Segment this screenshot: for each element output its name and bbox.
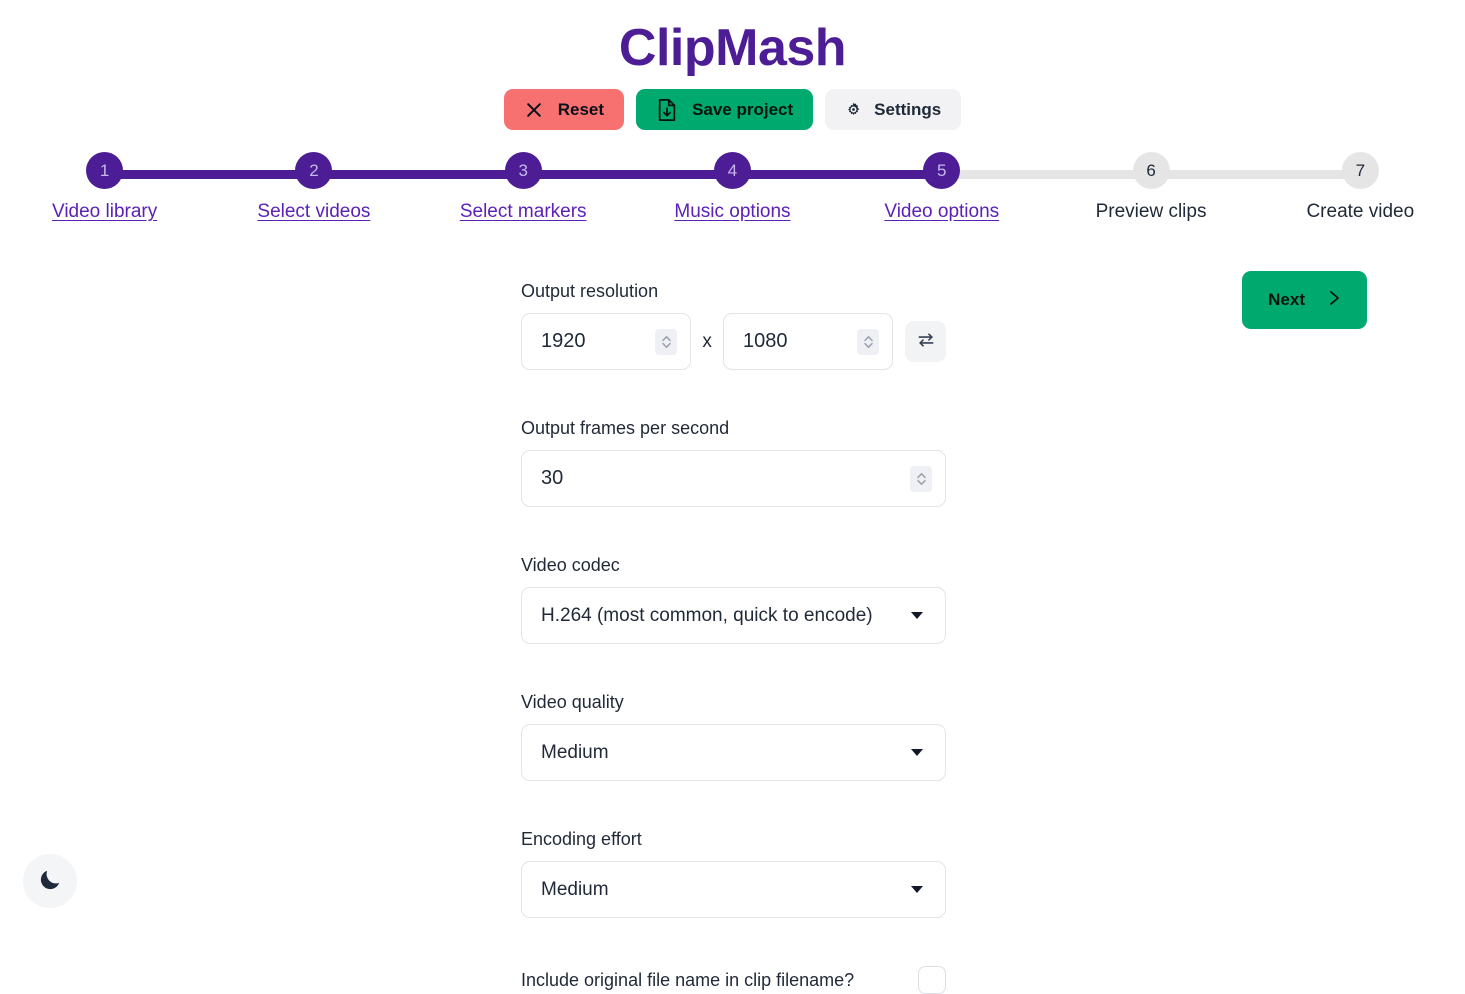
- file-download-icon: [656, 98, 678, 122]
- reset-label: Reset: [558, 100, 604, 120]
- output-resolution-field: Output resolution 1920 x 1080: [521, 281, 946, 370]
- swap-arrows-icon: [916, 330, 936, 353]
- include-filename-field: Include original file name in clip filen…: [521, 966, 946, 994]
- step-connector: [942, 170, 1151, 179]
- gear-icon: [845, 101, 862, 118]
- output-fps-input[interactable]: 30: [521, 450, 946, 507]
- step-connector: [523, 170, 732, 179]
- output-fps-field: Output frames per second 30: [521, 418, 946, 507]
- resolution-width-value: 1920: [522, 330, 655, 353]
- step-label: Video library: [52, 201, 157, 223]
- step-label: Music options: [674, 201, 790, 223]
- step-2[interactable]: 2 Select videos: [209, 152, 418, 223]
- chevron-down-icon: [911, 886, 923, 893]
- progress-stepper: 1 Video library 2 Select videos 3 Select mark…: [0, 152, 1465, 234]
- resolution-width-input[interactable]: 1920: [521, 313, 691, 370]
- step-connector: [732, 170, 941, 179]
- step-circle: 2: [295, 152, 332, 189]
- chevron-right-icon: [1327, 289, 1341, 312]
- save-project-label: Save project: [692, 100, 793, 120]
- step-circle: 1: [86, 152, 123, 189]
- step-connector: [314, 170, 523, 179]
- video-quality-select[interactable]: Medium: [521, 724, 946, 781]
- output-fps-stepper[interactable]: [910, 466, 932, 492]
- video-quality-label: Video quality: [521, 692, 946, 713]
- step-circle: 5: [923, 152, 960, 189]
- step-label: Preview clips: [1096, 201, 1207, 223]
- resolution-height-value: 1080: [724, 330, 857, 353]
- chevron-down-icon: [911, 749, 923, 756]
- encoding-effort-select[interactable]: Medium: [521, 861, 946, 918]
- encoding-effort-value: Medium: [522, 879, 911, 901]
- encoding-effort-label: Encoding effort: [521, 829, 946, 850]
- step-1[interactable]: 1 Video library: [0, 152, 209, 223]
- next-label: Next: [1268, 290, 1305, 310]
- page-title: ClipMash: [0, 0, 1465, 78]
- reset-button[interactable]: Reset: [504, 89, 624, 130]
- settings-label: Settings: [874, 100, 941, 120]
- close-icon: [524, 100, 544, 120]
- step-connector: [1151, 170, 1360, 179]
- step-5[interactable]: 5 Video options: [837, 152, 1046, 223]
- video-codec-label: Video codec: [521, 555, 946, 576]
- resolution-height-stepper[interactable]: [857, 329, 879, 355]
- step-3[interactable]: 3 Select markers: [419, 152, 628, 223]
- video-codec-select[interactable]: H.264 (most common, quick to encode): [521, 587, 946, 644]
- step-circle: 7: [1342, 152, 1379, 189]
- toolbar: Reset Save project Settings: [0, 89, 1465, 130]
- dark-mode-toggle[interactable]: [23, 854, 77, 908]
- output-resolution-label: Output resolution: [521, 281, 946, 302]
- resolution-width-stepper[interactable]: [655, 329, 677, 355]
- step-label: Video options: [884, 201, 999, 223]
- step-label: Select videos: [257, 201, 370, 223]
- output-fps-label: Output frames per second: [521, 418, 946, 439]
- step-circle: 3: [505, 152, 542, 189]
- step-7[interactable]: 7 Create video: [1256, 152, 1465, 223]
- step-circle: 4: [714, 152, 751, 189]
- step-label: Select markers: [460, 201, 587, 223]
- settings-button[interactable]: Settings: [825, 89, 961, 130]
- include-filename-checkbox[interactable]: [918, 966, 946, 994]
- save-project-button[interactable]: Save project: [636, 89, 813, 130]
- moon-icon: [37, 867, 63, 896]
- video-quality-value: Medium: [522, 742, 911, 764]
- step-4[interactable]: 4 Music options: [628, 152, 837, 223]
- output-fps-value: 30: [522, 467, 910, 490]
- next-button-wrap: Next: [1242, 271, 1367, 329]
- resolution-separator: x: [691, 331, 723, 353]
- next-button[interactable]: Next: [1242, 271, 1367, 329]
- step-label: Create video: [1306, 201, 1414, 223]
- video-codec-field: Video codec H.264 (most common, quick to…: [521, 555, 946, 644]
- video-options-form: Output resolution 1920 x 1080: [521, 281, 946, 994]
- video-codec-value: H.264 (most common, quick to encode): [522, 605, 911, 627]
- resolution-row: 1920 x 1080: [521, 313, 946, 370]
- swap-resolution-button[interactable]: [905, 321, 946, 362]
- encoding-effort-field: Encoding effort Medium: [521, 829, 946, 918]
- step-6[interactable]: 6 Preview clips: [1046, 152, 1255, 223]
- include-filename-label: Include original file name in clip filen…: [521, 970, 854, 991]
- chevron-down-icon: [911, 612, 923, 619]
- video-quality-field: Video quality Medium: [521, 692, 946, 781]
- step-connector: [105, 170, 314, 179]
- resolution-height-input[interactable]: 1080: [723, 313, 893, 370]
- step-circle: 6: [1133, 152, 1170, 189]
